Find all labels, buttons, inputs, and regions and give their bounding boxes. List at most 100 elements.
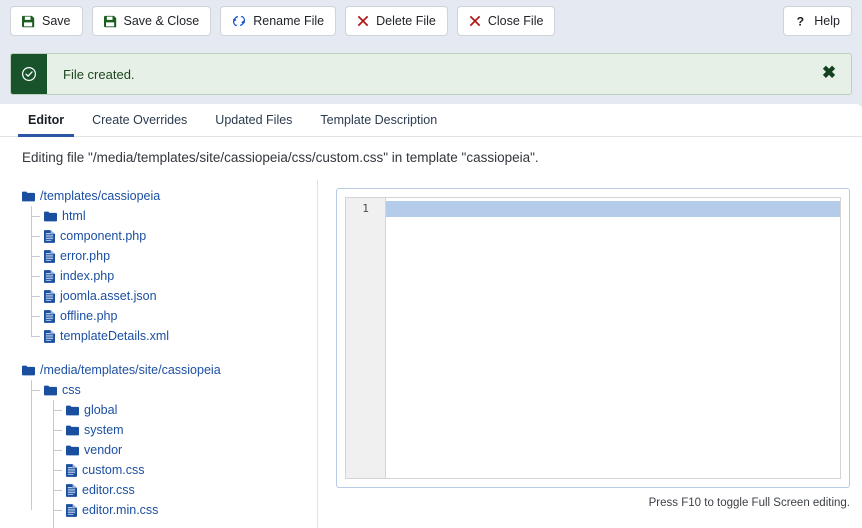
svg-text:?: ? <box>797 14 804 28</box>
folder-icon <box>66 405 79 416</box>
tree-item-label: editor.min.css <box>82 503 159 517</box>
tree-item[interactable]: index.php <box>22 266 317 286</box>
tree-item[interactable]: error.php <box>22 246 317 266</box>
tree-item-label: joomla.asset.json <box>60 289 157 303</box>
save-floppy-icon <box>103 15 117 28</box>
tree-item[interactable]: component.php <box>22 226 317 246</box>
folder-icon <box>66 425 79 436</box>
tree-connector <box>53 410 62 411</box>
tree-item[interactable]: editor.css <box>22 480 317 500</box>
tree-group: /templates/cassiopeia html component.php <box>22 186 317 346</box>
content-card: Editor Create Overrides Updated Files Te… <box>0 104 862 528</box>
tree-item-label: offline.php <box>60 309 118 323</box>
folder-icon <box>44 211 57 222</box>
tab-editor[interactable]: Editor <box>14 104 78 137</box>
tab-updated-files[interactable]: Updated Files <box>201 104 306 136</box>
tree-item-label: system <box>84 423 124 437</box>
tree-item[interactable]: editor.min.css <box>22 500 317 520</box>
file-tree-panel: /templates/cassiopeia html component.php <box>0 180 318 528</box>
tree-item-label: css <box>62 383 81 397</box>
code-editor[interactable]: 1 <box>345 197 841 479</box>
close-file-button[interactable]: Close File <box>456 6 556 36</box>
x-mark-icon <box>469 15 481 27</box>
tab-updated-files-label: Updated Files <box>215 113 293 127</box>
tree-item[interactable]: global <box>22 400 317 420</box>
tree-item-label: custom.css <box>82 463 145 477</box>
alert-message: File created. <box>63 66 135 82</box>
tree-connector <box>53 450 62 451</box>
tree-item-label: vendor <box>84 443 123 457</box>
help-button[interactable]: ? Help <box>783 6 852 36</box>
tree-item-label: global <box>84 403 118 417</box>
tree-item[interactable]: system <box>22 420 317 440</box>
folder-icon <box>44 385 57 396</box>
tree-group-gap <box>22 348 317 360</box>
tree-connector <box>31 236 40 237</box>
tree-item[interactable]: html <box>22 206 317 226</box>
tree-item-label: html <box>62 209 86 223</box>
question-mark-icon: ? <box>795 14 807 28</box>
tree-connector <box>53 510 62 511</box>
editor-split: /templates/cassiopeia html component.php <box>0 180 862 528</box>
save-button-label: Save <box>42 13 71 28</box>
help-button-label: Help <box>814 13 840 28</box>
code-editor-frame: 1 <box>336 188 850 488</box>
file-icon <box>66 503 77 517</box>
folder-icon <box>66 445 79 456</box>
active-line-highlight <box>386 201 840 217</box>
folder-icon <box>22 365 35 376</box>
tree-connector <box>53 470 62 471</box>
tree-connector <box>31 390 40 391</box>
tree-item-label: /media/templates/site/cassiopeia <box>40 363 221 377</box>
tab-editor-label: Editor <box>28 113 65 127</box>
tree-connector <box>31 216 40 217</box>
success-alert: File created. ✖ <box>10 53 852 95</box>
line-number-gutter: 1 <box>346 198 386 478</box>
line-number: 1 <box>362 202 369 215</box>
file-icon <box>44 289 55 303</box>
tree-item[interactable]: css <box>22 380 317 400</box>
tree-connector <box>53 430 62 431</box>
file-icon <box>66 483 77 497</box>
save-and-close-button-label: Save & Close <box>123 13 200 28</box>
code-editor-panel: 1 Press F10 to toggle Full Screen editin… <box>318 180 862 528</box>
save-and-close-button[interactable]: Save & Close <box>91 6 212 36</box>
tree-item-label: /templates/cassiopeia <box>40 189 161 203</box>
tree-connector <box>31 336 40 337</box>
tree-item[interactable]: custom.css <box>22 460 317 480</box>
code-text-area[interactable] <box>386 198 840 478</box>
close-file-button-label: Close File <box>487 13 544 28</box>
alert-close-button[interactable]: ✖ <box>807 54 851 94</box>
tree-connector <box>31 316 40 317</box>
check-circle-icon <box>21 66 37 82</box>
tree-item[interactable]: offline.php <box>22 306 317 326</box>
save-button[interactable]: Save <box>10 6 83 36</box>
file-icon <box>44 249 55 263</box>
tree-item-label: error.php <box>60 249 111 263</box>
file-icon <box>44 229 55 243</box>
alert-icon-container <box>11 54 47 94</box>
delete-file-button-label: Delete File <box>376 13 436 28</box>
tree-connector <box>31 276 40 277</box>
file-icon <box>44 329 55 343</box>
tree-item[interactable]: vendor <box>22 440 317 460</box>
rename-file-button-label: Rename File <box>253 13 325 28</box>
editing-file-notice: Editing file "/media/templates/site/cass… <box>22 150 539 165</box>
tree-item[interactable]: templateDetails.xml <box>22 326 317 346</box>
tab-template-description[interactable]: Template Description <box>306 104 451 136</box>
fullscreen-hint: Press F10 to toggle Full Screen editing. <box>648 497 850 509</box>
tree-connector <box>53 490 62 491</box>
tab-template-description-label: Template Description <box>320 113 438 127</box>
tab-create-overrides-label: Create Overrides <box>92 113 188 127</box>
tree-group: /media/templates/site/cassiopeia css glo… <box>22 360 317 528</box>
refresh-sync-icon <box>232 14 246 28</box>
x-mark-icon <box>357 15 369 27</box>
tree-item-root[interactable]: /media/templates/site/cassiopeia <box>22 360 317 380</box>
delete-file-button[interactable]: Delete File <box>345 6 448 36</box>
rename-file-button[interactable]: Rename File <box>220 6 337 36</box>
tree-item[interactable]: joomla.asset.json <box>22 286 317 306</box>
tree-item-label: index.php <box>60 269 115 283</box>
tab-create-overrides[interactable]: Create Overrides <box>78 104 201 136</box>
tree-item-root[interactable]: /templates/cassiopeia <box>22 186 317 206</box>
tree-connector <box>31 296 40 297</box>
